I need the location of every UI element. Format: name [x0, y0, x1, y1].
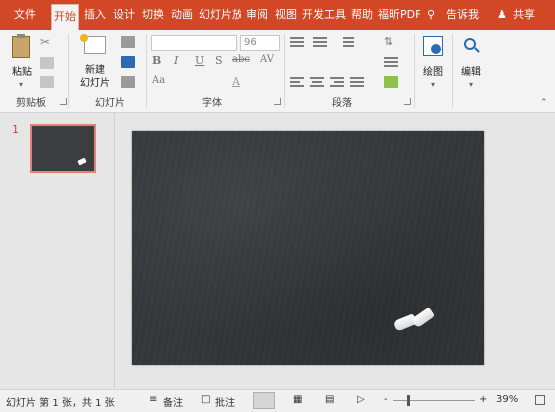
align-right-icon[interactable] — [330, 76, 344, 88]
clipboard-group-label: 剪贴板 — [16, 98, 46, 109]
font-name-combo[interactable] — [151, 35, 237, 51]
group-divider — [68, 34, 69, 108]
new-slide-label-line1: 新建 — [85, 65, 105, 76]
italic-button[interactable]: I — [174, 54, 178, 67]
change-case-button[interactable]: Aa — [152, 75, 165, 86]
align-text-icon[interactable] — [384, 56, 398, 68]
chevron-down-icon: ▾ — [430, 80, 435, 89]
tab-transitions[interactable]: 切换 — [140, 0, 166, 30]
tab-insert[interactable]: 插入 — [82, 0, 108, 30]
normal-view-icon[interactable] — [253, 392, 275, 409]
font-color-button[interactable]: A — [232, 75, 240, 88]
status-bar: 幻灯片 第 1 张，共 1 张 ≡ 备注 □ 批注 ▦ ▤ ▷ - + 39% — [0, 389, 555, 412]
underline-button[interactable]: U — [195, 54, 204, 67]
char-spacing-button[interactable]: AV — [260, 54, 274, 65]
notes-icon[interactable]: ≡ — [149, 394, 157, 405]
zoom-level[interactable]: 39% — [496, 394, 518, 405]
vertical-scrollbar[interactable] — [545, 125, 551, 375]
fit-to-window-icon[interactable] — [535, 395, 545, 405]
bold-button[interactable]: B — [152, 54, 161, 67]
zoom-out-button[interactable]: - — [384, 394, 388, 405]
text-direction-icon[interactable]: ⇅ — [384, 36, 398, 48]
ribbon: 粘贴 ▾ ✂ 剪贴板 新建 幻灯片 幻灯片 96 B I U S abc AV … — [0, 30, 555, 113]
paragraph-launcher-icon[interactable] — [404, 98, 411, 105]
clipboard-launcher-icon[interactable] — [60, 98, 67, 105]
font-size-combo[interactable]: 96 — [240, 35, 280, 51]
group-divider — [452, 34, 453, 108]
numbering-icon[interactable] — [313, 36, 327, 48]
slide-editing-area — [115, 113, 555, 389]
chalkboard-texture — [132, 131, 484, 365]
zoom-slider-thumb[interactable] — [407, 395, 410, 406]
slides-group-label: 幻灯片 — [95, 98, 125, 109]
tab-developer[interactable]: 开发工具 — [302, 0, 346, 30]
cut-icon[interactable]: ✂ — [40, 36, 53, 48]
paste-icon — [12, 36, 30, 58]
drawing-button[interactable]: 绘图 ▾ — [418, 34, 448, 92]
slide-thumbnails-pane: 1 — [0, 113, 115, 389]
justify-icon[interactable] — [350, 76, 364, 88]
new-slide-label-line2: 幻灯片 — [80, 78, 110, 89]
tab-foxit-pdf[interactable]: 福昕PDF — [378, 0, 420, 30]
tab-help[interactable]: 帮助 — [349, 0, 375, 30]
zoom-slider-track[interactable] — [393, 400, 475, 401]
tab-home[interactable]: 开始 — [51, 4, 79, 30]
copy-icon[interactable] — [40, 57, 54, 69]
comments-button[interactable]: 批注 — [215, 394, 235, 409]
slide-thumbnail[interactable] — [30, 124, 96, 173]
format-painter-icon[interactable] — [40, 76, 54, 88]
reading-view-icon[interactable]: ▤ — [325, 394, 334, 405]
collapse-ribbon-icon[interactable]: ⌃ — [540, 98, 548, 108]
tab-view[interactable]: 视图 — [273, 0, 299, 30]
font-launcher-icon[interactable] — [274, 98, 281, 105]
align-center-icon[interactable] — [310, 76, 324, 88]
indent-icon[interactable] — [340, 36, 354, 48]
section-icon[interactable] — [121, 76, 135, 88]
lightbulb-icon[interactable]: ⚲ — [427, 0, 435, 30]
ribbon-tab-bar: 文件 开始 插入 设计 切换 动画 幻灯片放 审阅 视图 开发工具 帮助 福昕P… — [0, 0, 555, 30]
align-left-icon[interactable] — [290, 76, 304, 88]
share-button[interactable]: 共享 — [513, 0, 535, 30]
slide-sorter-icon[interactable]: ▦ — [293, 394, 302, 405]
tab-review[interactable]: 审阅 — [244, 0, 270, 30]
strikethrough-button[interactable]: abc — [232, 54, 250, 65]
group-divider — [146, 34, 147, 108]
tab-file[interactable]: 文件 — [0, 0, 50, 30]
tab-animations[interactable]: 动画 — [169, 0, 195, 30]
reset-icon[interactable] — [121, 56, 135, 68]
shadow-button[interactable]: S — [215, 54, 223, 67]
smartart-icon[interactable] — [384, 76, 398, 88]
group-divider — [284, 34, 285, 108]
slide-canvas[interactable] — [132, 131, 484, 365]
paste-button[interactable]: 粘贴 ▾ — [8, 34, 36, 89]
chalk-thumbnail-icon — [77, 157, 87, 166]
bullets-icon[interactable] — [290, 36, 304, 48]
new-slide-button[interactable]: 新建 幻灯片 — [74, 34, 116, 90]
paragraph-group-label: 段落 — [332, 98, 352, 109]
notes-button[interactable]: 备注 — [163, 394, 183, 409]
slide-info: 幻灯片 第 1 张，共 1 张 — [6, 398, 115, 409]
group-divider — [414, 34, 415, 108]
share-icon[interactable]: ♟ — [497, 0, 507, 30]
tell-me-box[interactable]: 告诉我 — [446, 0, 479, 30]
chevron-down-icon: ▾ — [468, 80, 473, 89]
chevron-down-icon: ▾ — [18, 80, 23, 89]
tab-slideshow[interactable]: 幻灯片放 — [199, 0, 241, 30]
zoom-in-button[interactable]: + — [479, 394, 487, 405]
tab-design[interactable]: 设计 — [111, 0, 137, 30]
comments-icon[interactable]: □ — [201, 394, 210, 405]
editing-button[interactable]: 编辑 ▾ — [456, 34, 486, 92]
slide-number: 1 — [12, 123, 19, 136]
font-group-label: 字体 — [202, 98, 222, 109]
slideshow-icon[interactable]: ▷ — [357, 394, 365, 405]
layout-icon[interactable] — [121, 36, 135, 48]
